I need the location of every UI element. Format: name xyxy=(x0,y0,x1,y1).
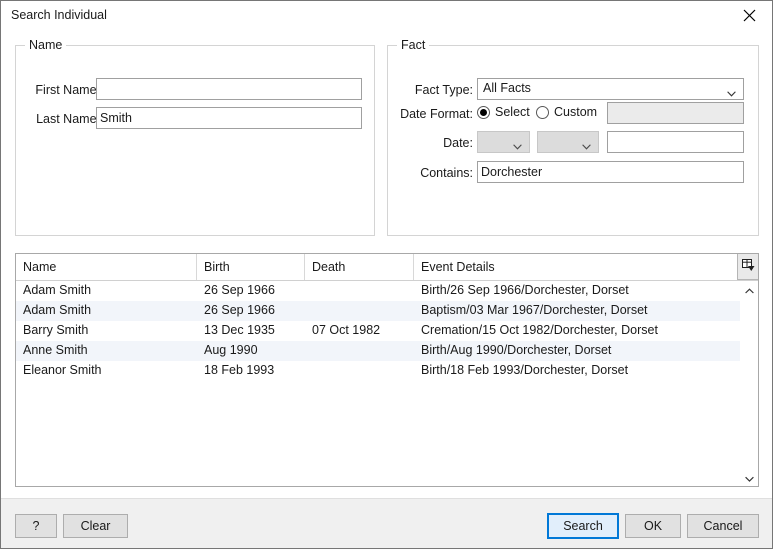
table-row[interactable]: Adam Smith 26 Sep 1966 Baptism/03 Mar 1967… xyxy=(16,301,741,321)
date-label: Date: xyxy=(443,136,473,150)
cell-birth: 18 Feb 1993 xyxy=(204,363,275,377)
table-row[interactable]: Adam Smith 26 Sep 1966 Birth/26 Sep 1966/D… xyxy=(16,281,741,301)
table-row[interactable]: Barry Smith 13 Dec 1935 07 Oct 1982 Cremati… xyxy=(16,321,741,341)
cell-birth: 13 Dec 1935 xyxy=(204,323,275,337)
date-format-select-radio[interactable]: Select xyxy=(477,103,530,121)
first-name-label: First Name: xyxy=(35,83,100,97)
cell-birth: Aug 1990 xyxy=(204,343,258,357)
chevron-down-icon xyxy=(582,139,591,150)
help-button[interactable]: ? xyxy=(15,514,57,538)
first-name-input[interactable] xyxy=(96,78,362,100)
date-qualifier-combo[interactable] xyxy=(537,131,599,153)
radio-select-indicator xyxy=(477,105,490,119)
column-header-event-details[interactable]: Event Details xyxy=(414,254,737,280)
date-modifier-combo[interactable] xyxy=(477,131,530,153)
fact-type-label: Fact Type: xyxy=(414,83,473,97)
title-bar: Search Individual xyxy=(1,1,772,31)
cell-name: Eleanor Smith xyxy=(23,363,102,377)
date-format-custom-input[interactable] xyxy=(607,102,744,124)
results-listview: Name Birth Death Event Details Adam Smit… xyxy=(15,253,759,487)
contains-label: Contains: xyxy=(420,166,473,180)
cell-death xyxy=(305,361,414,381)
results-body: Adam Smith 26 Sep 1966 Birth/26 Sep 1966/D… xyxy=(16,281,741,486)
window-title: Search Individual xyxy=(11,8,107,22)
cell-event-details: Baptism/03 Mar 1967/Dorchester, Dorset xyxy=(421,303,648,317)
chevron-down-icon xyxy=(727,86,736,97)
column-header-name[interactable]: Name xyxy=(16,254,197,280)
search-individual-dialog: Search Individual Name First Name: Last … xyxy=(0,0,773,549)
date-text-input[interactable] xyxy=(607,131,744,153)
results-scrollbar[interactable] xyxy=(740,281,758,486)
cell-name: Barry Smith xyxy=(23,323,89,337)
column-header-death[interactable]: Death xyxy=(305,254,414,280)
date-format-custom-label: Custom xyxy=(554,105,598,119)
cell-event-details: Birth/26 Sep 1966/Dorchester, Dorset xyxy=(421,283,629,297)
ok-button[interactable]: OK xyxy=(625,514,681,538)
table-row[interactable]: Eleanor Smith 18 Feb 1993 Birth/18 Feb 199… xyxy=(16,361,741,381)
column-header-birth[interactable]: Birth xyxy=(197,254,305,280)
results-header-row: Name Birth Death Event Details xyxy=(16,254,758,281)
chevron-up-icon xyxy=(745,283,754,297)
cell-event-details: Cremation/15 Oct 1982/Dorchester, Dorset xyxy=(421,323,658,337)
last-name-input[interactable] xyxy=(96,107,362,129)
cell-death: 07 Oct 1982 xyxy=(312,323,381,337)
cell-birth: 26 Sep 1966 xyxy=(204,303,275,317)
chevron-down-icon xyxy=(513,139,522,150)
cell-name: Anne Smith xyxy=(23,343,88,357)
table-row[interactable]: Anne Smith Aug 1990 Birth/Aug 1990/Dorches… xyxy=(16,341,741,361)
name-group: Name First Name: Last Name: xyxy=(15,38,375,236)
name-group-legend: Name xyxy=(25,38,67,52)
close-button[interactable] xyxy=(726,1,772,30)
fact-group-legend: Fact xyxy=(397,38,430,52)
cell-birth: 26 Sep 1966 xyxy=(204,283,275,297)
date-format-custom-radio[interactable]: Custom xyxy=(536,103,597,121)
last-name-label: Last Name: xyxy=(36,112,100,126)
cell-event-details: Birth/Aug 1990/Dorchester, Dorset xyxy=(421,343,612,357)
column-chooser-button[interactable] xyxy=(737,254,758,280)
cell-death xyxy=(305,301,414,321)
dialog-footer: ? Clear Search OK Cancel xyxy=(1,498,772,548)
scrollbar-down-button[interactable] xyxy=(741,469,758,486)
column-chooser-icon xyxy=(741,258,755,275)
fact-type-value: All Facts xyxy=(483,81,531,95)
cell-name: Adam Smith xyxy=(23,303,92,317)
cell-event-details: Birth/18 Feb 1993/Dorchester, Dorset xyxy=(421,363,629,377)
clear-button[interactable]: Clear xyxy=(63,514,128,538)
radio-custom-indicator xyxy=(536,105,549,119)
fact-type-combo[interactable]: All Facts xyxy=(477,78,744,100)
cancel-button[interactable]: Cancel xyxy=(687,514,759,538)
fact-group: Fact Fact Type: All Facts Date Format: S… xyxy=(387,38,759,236)
date-format-select-label: Select xyxy=(495,105,530,119)
cell-name: Adam Smith xyxy=(23,283,92,297)
chevron-down-icon xyxy=(745,471,754,485)
scrollbar-up-button[interactable] xyxy=(741,281,758,298)
search-button[interactable]: Search xyxy=(547,513,619,539)
cell-death xyxy=(305,341,414,361)
date-format-label: Date Format: xyxy=(400,107,473,121)
contains-input[interactable] xyxy=(477,161,744,183)
close-x-icon xyxy=(743,9,756,22)
cell-death xyxy=(305,281,414,301)
